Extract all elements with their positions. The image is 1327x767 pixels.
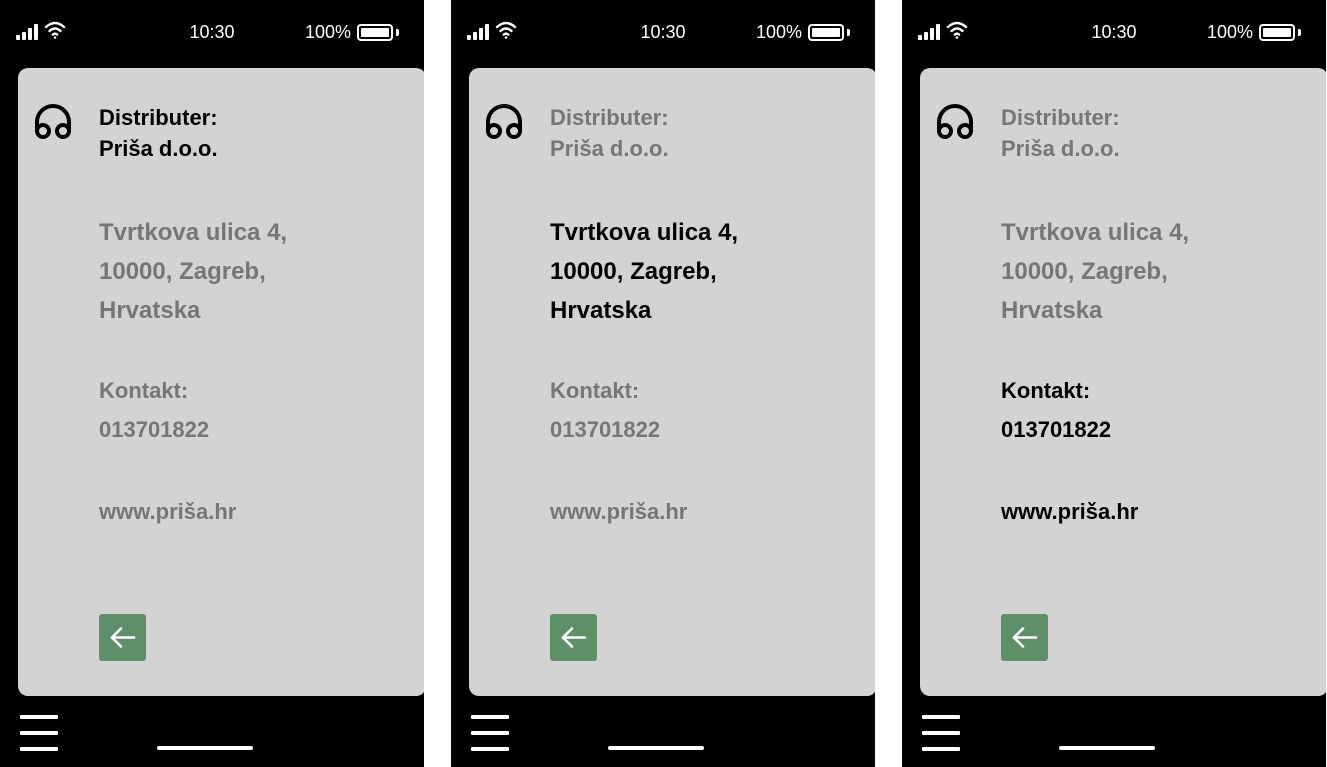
distributor-info-card: Distributer: Priša d.o.o. Tvrtkova ulica… — [469, 68, 875, 696]
home-indicator[interactable] — [1059, 746, 1155, 750]
website-link[interactable]: www.priša.hr — [99, 496, 236, 527]
phone-screen-1: 10:30 100% Distributer: Priša d.o.o. Tvr… — [0, 0, 424, 767]
distributor-name: Priša d.o.o. — [99, 136, 218, 161]
phone-screen-2: 10:30 100% Distributer: Priša d.o.o. Tvr… — [451, 0, 875, 767]
address-country: Hrvatska — [1001, 297, 1103, 324]
battery-percentage: 100% — [756, 22, 803, 42]
arrow-left-icon — [561, 627, 587, 648]
distributor-label: Distributer: — [1001, 105, 1120, 130]
headphones-icon — [486, 104, 522, 139]
status-time: 10:30 — [640, 22, 686, 42]
address-street: Tvrtkova ulica 4, — [99, 219, 288, 246]
arrow-left-icon — [110, 627, 136, 648]
battery-icon — [357, 24, 393, 41]
address-country: Hrvatska — [99, 297, 201, 324]
status-time: 10:30 — [1091, 22, 1137, 42]
website-link[interactable]: www.priša.hr — [1001, 496, 1138, 527]
battery-percentage: 100% — [305, 22, 352, 42]
website-link[interactable]: www.priša.hr — [550, 496, 687, 527]
hamburger-menu-icon[interactable] — [20, 715, 58, 751]
back-button[interactable] — [550, 614, 597, 661]
hamburger-menu-icon[interactable] — [922, 715, 960, 751]
battery-icon — [1259, 24, 1295, 41]
contact-label: Kontakt: — [99, 378, 189, 403]
back-button[interactable] — [1001, 614, 1048, 661]
contact-phone[interactable]: 013701822 — [99, 414, 209, 445]
distributor-label: Distributer: — [99, 105, 218, 130]
battery-icon — [808, 24, 844, 41]
phone-screen-3: 10:30 100% Distributer: Priša d.o.o. Tvr… — [902, 0, 1326, 767]
distributor-name: Priša d.o.o. — [550, 136, 669, 161]
address-street: Tvrtkova ulica 4, — [550, 219, 739, 246]
address-city: 10000, Zagreb, — [99, 258, 266, 285]
home-indicator[interactable] — [157, 746, 253, 750]
contact-phone[interactable]: 013701822 — [1001, 414, 1111, 445]
arrow-left-icon — [1012, 627, 1038, 648]
contact-phone[interactable]: 013701822 — [550, 414, 660, 445]
status-bar: 10:30 100% — [0, 0, 424, 66]
status-time: 10:30 — [189, 22, 235, 42]
hamburger-menu-icon[interactable] — [471, 715, 509, 751]
address-city: 10000, Zagreb, — [1001, 258, 1168, 285]
headphones-icon — [937, 104, 973, 139]
cellular-signal-icon — [467, 24, 489, 40]
wifi-icon — [44, 21, 66, 39]
status-bar: 10:30 100% — [902, 0, 1326, 66]
distributor-info-card: Distributer: Priša d.o.o. Tvrtkova ulica… — [920, 68, 1326, 696]
contact-label: Kontakt: — [1001, 378, 1091, 403]
status-bar: 10:30 100% — [451, 0, 875, 66]
address-street: Tvrtkova ulica 4, — [1001, 219, 1190, 246]
headphones-icon — [35, 104, 71, 139]
wifi-icon — [495, 21, 517, 39]
distributor-info-card: Distributer: Priša d.o.o. Tvrtkova ulica… — [18, 68, 424, 696]
home-indicator[interactable] — [608, 746, 704, 750]
distributor-name: Priša d.o.o. — [1001, 136, 1120, 161]
address-country: Hrvatska — [550, 297, 652, 324]
battery-percentage: 100% — [1207, 22, 1254, 42]
back-button[interactable] — [99, 614, 146, 661]
contact-label: Kontakt: — [550, 378, 640, 403]
wifi-icon — [946, 21, 968, 39]
cellular-signal-icon — [16, 24, 38, 40]
distributor-label: Distributer: — [550, 105, 669, 130]
address-city: 10000, Zagreb, — [550, 258, 717, 285]
cellular-signal-icon — [918, 24, 940, 40]
